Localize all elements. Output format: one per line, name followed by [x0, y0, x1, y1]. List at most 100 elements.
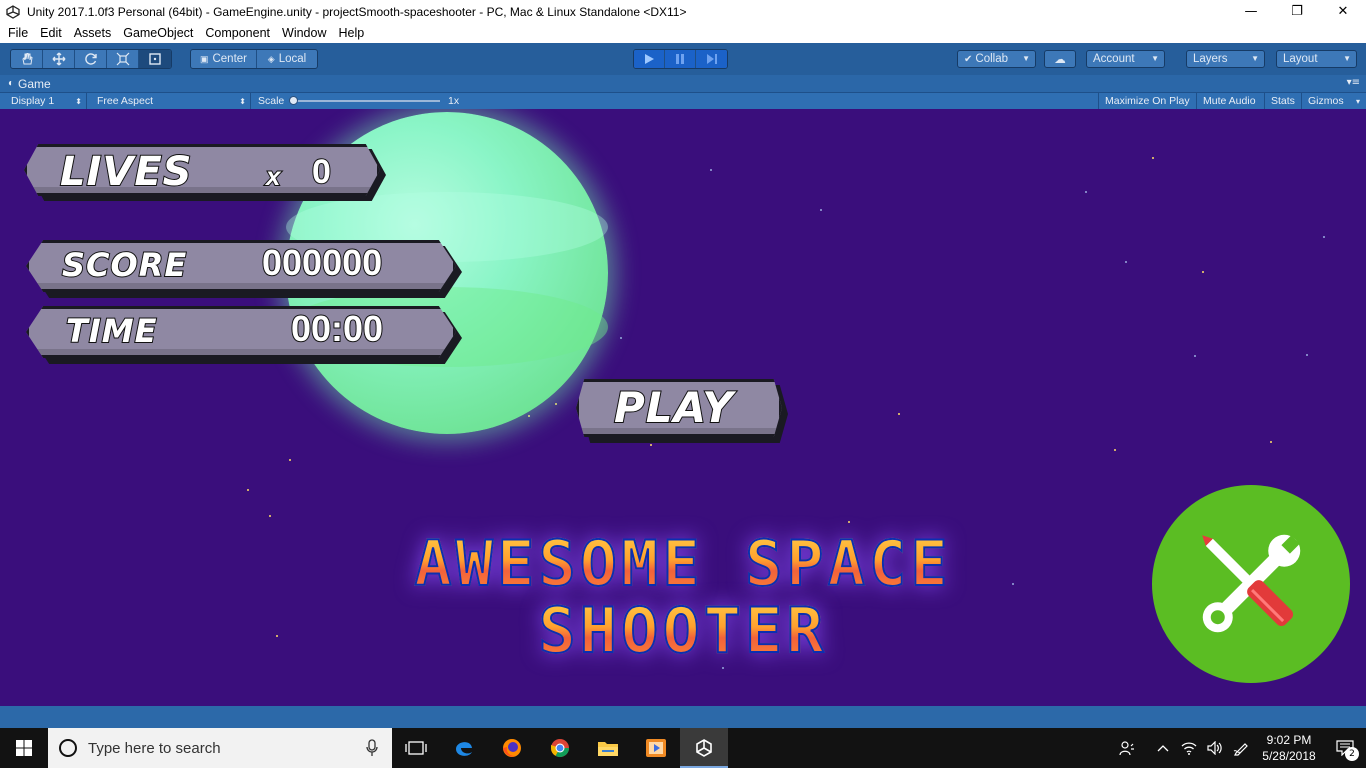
window-title: Unity 2017.1.0f3 Personal (64bit) - Game…: [27, 4, 687, 19]
pivot-center-button[interactable]: ▣ Center: [191, 50, 257, 68]
step-icon[interactable]: [696, 50, 727, 68]
search-placeholder: Type here to search: [88, 739, 221, 757]
game-view-toolbar: Display 1 ⬍ Free Aspect ⬍ Scale 1x Maxim…: [0, 92, 1366, 109]
display-label: Display 1: [11, 95, 55, 107]
stats-label: Stats: [1271, 95, 1295, 107]
firefox-icon[interactable]: [488, 728, 536, 768]
maximize-on-play-toggle[interactable]: Maximize On Play: [1098, 93, 1197, 109]
tools-badge: [1152, 485, 1350, 683]
star: [1152, 157, 1154, 159]
lives-value: 0: [311, 152, 332, 192]
scale-slider[interactable]: [289, 96, 440, 105]
stats-toggle[interactable]: Stats: [1265, 93, 1302, 109]
action-center-button[interactable]: 2: [1324, 728, 1366, 768]
aspect-label: Free Aspect: [97, 95, 154, 107]
volume-icon[interactable]: [1202, 728, 1228, 768]
pen-icon[interactable]: [1228, 728, 1254, 768]
star: [528, 415, 530, 417]
star: [1270, 441, 1272, 443]
star: [722, 667, 724, 669]
cloud-button[interactable]: ☁: [1044, 50, 1076, 68]
rect-tool-icon[interactable]: [139, 50, 171, 68]
task-view-icon[interactable]: [392, 728, 440, 768]
gizmos-dropdown[interactable]: Gizmos ▾: [1302, 93, 1362, 109]
collab-check-icon: ✔: [964, 53, 973, 65]
chevron-down-icon: ▼: [1343, 54, 1351, 63]
maximize-on-play-label: Maximize On Play: [1105, 95, 1190, 107]
chrome-icon[interactable]: [536, 728, 584, 768]
account-dropdown[interactable]: Account ▼: [1086, 50, 1165, 68]
game-view[interactable]: LIVES x 0 SCORE 000000 TIME 00:00 PLAY A…: [0, 109, 1366, 706]
status-bar: [0, 706, 1366, 728]
cortana-circle-icon: [59, 739, 77, 757]
tab-game[interactable]: ◐ Game: [8, 77, 51, 91]
mute-audio-toggle[interactable]: Mute Audio: [1197, 93, 1265, 109]
chevron-up-icon[interactable]: [1150, 728, 1176, 768]
star: [710, 169, 712, 171]
clock-time: 9:02 PM: [1266, 733, 1312, 747]
time-value: 00:00: [290, 307, 384, 350]
star: [898, 413, 900, 415]
notification-count: 2: [1345, 747, 1359, 761]
collab-dropdown[interactable]: ✔ Collab ▼: [957, 50, 1036, 68]
title-bar: Unity 2017.1.0f3 Personal (64bit) - Game…: [0, 0, 1366, 23]
play-icon[interactable]: [634, 50, 665, 68]
layers-dropdown[interactable]: Layers ▼: [1186, 50, 1265, 68]
scale-icon[interactable]: [107, 50, 139, 68]
minimize-button[interactable]: —: [1228, 0, 1274, 23]
tab-game-label: Game: [18, 76, 51, 91]
menu-file[interactable]: File: [2, 26, 34, 40]
star: [269, 515, 271, 517]
chevron-updown-icon: ⬍: [239, 96, 246, 106]
wifi-icon[interactable]: [1176, 728, 1202, 768]
hand-icon[interactable]: [11, 50, 43, 68]
main-toolbar: ▣ Center ◈ Local ✔ Collab ▼ ☁ Account ▼ …: [0, 43, 1366, 75]
rotate-icon[interactable]: [75, 50, 107, 68]
star: [1306, 354, 1308, 356]
scale-control: Scale 1x: [252, 93, 472, 109]
media-player-icon[interactable]: [632, 728, 680, 768]
pivot-local-button[interactable]: ◈ Local: [257, 50, 317, 68]
star: [1194, 355, 1196, 357]
play-button[interactable]: PLAY: [576, 379, 788, 443]
chevron-down-icon: ▼: [1022, 54, 1030, 63]
close-button[interactable]: ✕: [1320, 0, 1366, 23]
pause-icon[interactable]: [665, 50, 696, 68]
chevron-down-icon: ▾: [1355, 96, 1360, 106]
move-icon[interactable]: [43, 50, 75, 68]
maximize-button[interactable]: ❐: [1274, 0, 1320, 23]
score-label: SCORE: [61, 245, 188, 285]
microphone-icon[interactable]: [366, 739, 378, 760]
panel-menu-icon[interactable]: ▾≡: [1347, 77, 1360, 88]
star: [1085, 191, 1087, 193]
menu-help[interactable]: Help: [332, 26, 370, 40]
star: [1202, 271, 1204, 273]
display-dropdown[interactable]: Display 1 ⬍: [5, 93, 87, 109]
star: [289, 459, 291, 461]
edge-browser-icon[interactable]: [440, 728, 488, 768]
gamepad-icon: ◐: [8, 78, 15, 89]
scale-slider-thumb[interactable]: [289, 96, 298, 105]
taskbar-clock[interactable]: 9:02 PM 5/28/2018: [1254, 732, 1324, 764]
play-button-label: PLAY: [613, 382, 734, 433]
pivot-local-label: Local: [278, 53, 307, 65]
scale-value: 1x: [448, 95, 460, 107]
star: [820, 209, 822, 211]
people-icon[interactable]: [1114, 728, 1140, 768]
layout-dropdown[interactable]: Layout ▼: [1276, 50, 1357, 68]
score-value: 000000: [261, 241, 383, 284]
file-explorer-icon[interactable]: [584, 728, 632, 768]
time-label: TIME: [65, 311, 158, 351]
menu-assets[interactable]: Assets: [68, 26, 118, 40]
menu-edit[interactable]: Edit: [34, 26, 68, 40]
start-button[interactable]: [0, 728, 48, 768]
unity-taskbar-icon[interactable]: [680, 728, 728, 768]
menu-window[interactable]: Window: [276, 26, 332, 40]
transform-tools: [10, 49, 172, 69]
chevron-down-icon: ▼: [1151, 54, 1159, 63]
taskbar-search[interactable]: Type here to search: [48, 728, 392, 768]
aspect-dropdown[interactable]: Free Aspect ⬍: [91, 93, 251, 109]
windows-taskbar: Type here to search 9:02 PM 5/28/2018 2: [0, 728, 1366, 768]
menu-component[interactable]: Component: [199, 26, 276, 40]
menu-gameobject[interactable]: GameObject: [117, 26, 199, 40]
